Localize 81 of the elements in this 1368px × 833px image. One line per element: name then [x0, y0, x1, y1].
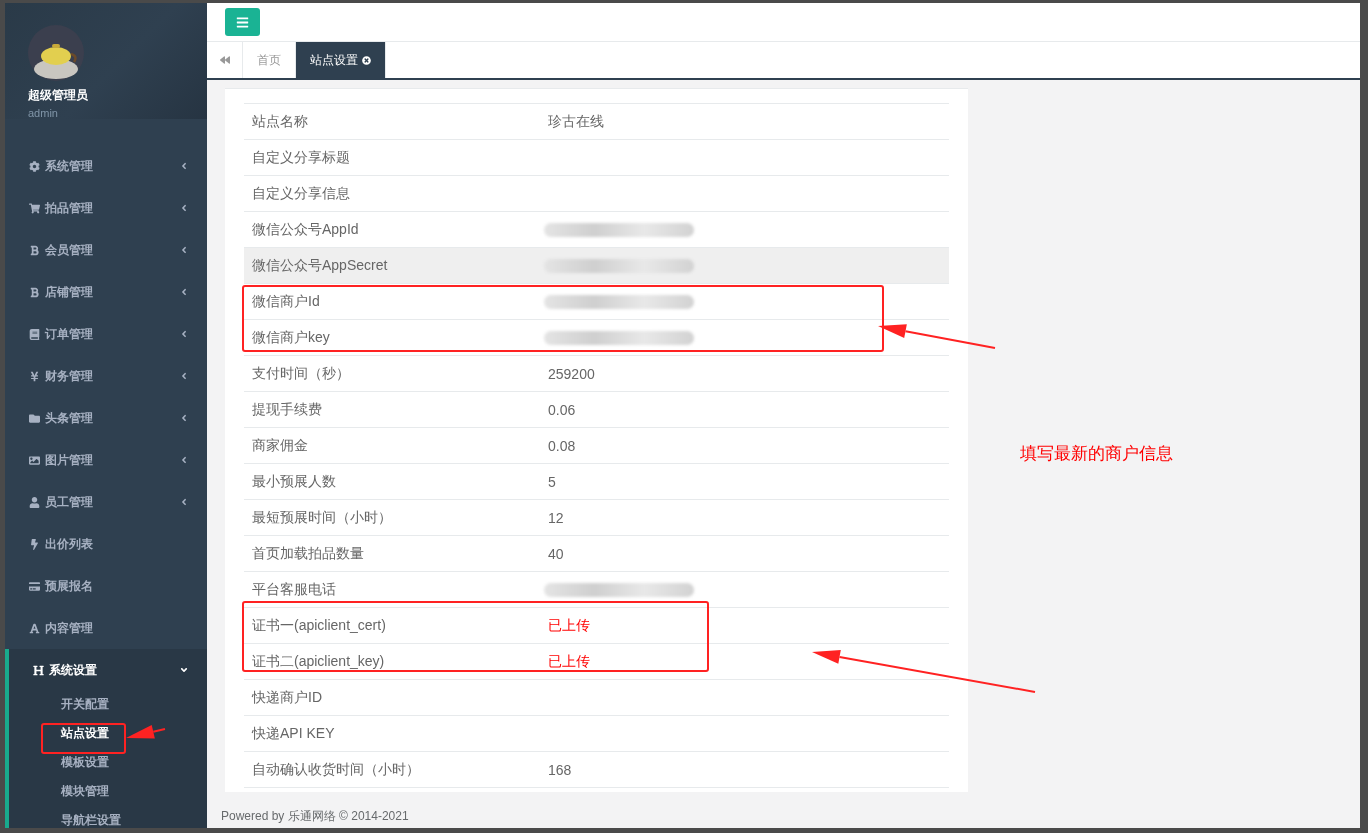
setting-label: 平台客服电话: [251, 580, 337, 599]
user-role: admin: [28, 107, 59, 119]
yen-icon: [29, 370, 40, 382]
avatar[interactable]: [28, 25, 84, 81]
cart-icon: [29, 202, 40, 214]
setting-value: 168: [547, 761, 573, 778]
menu-item[interactable]: 预展报名: [5, 565, 207, 607]
setting-label: 微信商户Id: [251, 292, 321, 311]
bold-icon: [29, 244, 40, 256]
submenu-item[interactable]: 开关配置: [9, 690, 207, 719]
caret-icon: [179, 455, 189, 465]
font-icon: [29, 622, 40, 634]
caret-icon: [179, 245, 189, 255]
menu-item[interactable]: 图片管理: [5, 439, 207, 481]
folder-icon: [29, 412, 40, 424]
setting-label: 快递商户ID: [250, 688, 323, 707]
footer-text: Powered by 乐通网络 © 2014-2021: [221, 808, 410, 825]
user-name: 超级管理员: [28, 87, 89, 104]
caret-icon: [179, 203, 189, 213]
setting-label: 微信公众号AppSecret: [251, 256, 389, 275]
bolt-icon: [29, 538, 40, 550]
menu-item[interactable]: 员工管理: [5, 481, 207, 523]
submenu-item[interactable]: 模板设置: [9, 748, 207, 777]
setting-value: 5: [547, 473, 557, 490]
submenu-item[interactable]: 站点设置: [9, 719, 207, 748]
status-value: 已上传: [547, 652, 591, 671]
menu-item[interactable]: 头条管理: [5, 397, 207, 439]
menu-item[interactable]: 出价列表: [5, 523, 207, 565]
setting-label: 自定义分享标题: [251, 148, 351, 167]
menu-item[interactable]: 订单管理: [5, 313, 207, 355]
menu-item[interactable]: 系统管理: [5, 145, 207, 187]
card-icon: [29, 580, 40, 592]
setting-label: 最小预展人数: [251, 472, 337, 491]
setting-label: 自定义分享信息: [251, 184, 351, 203]
menu-item[interactable]: 店铺管理: [5, 271, 207, 313]
menu-icon: [236, 15, 249, 29]
setting-label: 支付时间（秒）: [251, 364, 351, 383]
setting-value: 12: [547, 509, 565, 526]
caret-icon: [179, 287, 189, 297]
setting-label: 证书二(apiclient_key): [251, 652, 386, 671]
menu-item[interactable]: 会员管理: [5, 229, 207, 271]
setting-label: 站点名称: [251, 112, 309, 131]
setting-value: 0.06: [547, 401, 577, 418]
caret-icon: [179, 329, 189, 339]
annotation-arrow: [126, 724, 166, 739]
rewind-icon: [219, 55, 230, 65]
caret-icon: [179, 413, 189, 423]
bold-icon: [29, 286, 40, 298]
book-icon: [29, 328, 40, 340]
menu-item[interactable]: 内容管理: [5, 607, 207, 649]
caret-icon: [179, 665, 189, 675]
caret-icon: [179, 371, 189, 381]
submenu-item[interactable]: 导航栏设置: [9, 806, 207, 828]
setting-value: 0.08: [547, 437, 577, 454]
setting-label: 提现手续费: [251, 400, 323, 419]
setting-label: 商家佣金: [251, 436, 309, 455]
image-icon: [29, 454, 40, 466]
setting-label: 证书一(apiclient_cert): [251, 616, 387, 635]
setting-label: 快递API KEY: [250, 724, 336, 743]
annotation-note: 填写最新的商户信息: [1020, 443, 1173, 465]
menu-button[interactable]: [225, 8, 260, 36]
setting-label: 首页加载拍品数量: [251, 544, 365, 563]
tab[interactable]: 站点设置: [296, 42, 386, 78]
menu-item[interactable]: 系统设置: [5, 649, 207, 691]
setting-label: 最短预展时间（小时）: [251, 508, 393, 527]
close-icon[interactable]: [362, 55, 371, 65]
user-icon: [29, 496, 40, 508]
setting-value: 259200: [547, 365, 596, 382]
menu-item[interactable]: 财务管理: [5, 355, 207, 397]
setting-value: 40: [547, 545, 565, 562]
setting-label: 微信商户key: [251, 328, 331, 347]
gear-icon: [29, 160, 40, 172]
submenu-item[interactable]: 模块管理: [9, 777, 207, 806]
heading-icon: [33, 664, 44, 676]
menu-item[interactable]: 拍品管理: [5, 187, 207, 229]
caret-icon: [179, 161, 189, 171]
status-value: 已上传: [547, 616, 591, 635]
setting-label: 自动确认收货时间（小时）: [251, 760, 421, 779]
setting-label: 微信公众号AppId: [251, 220, 360, 239]
caret-icon: [179, 497, 189, 507]
setting-value: 珍古在线: [547, 112, 605, 131]
